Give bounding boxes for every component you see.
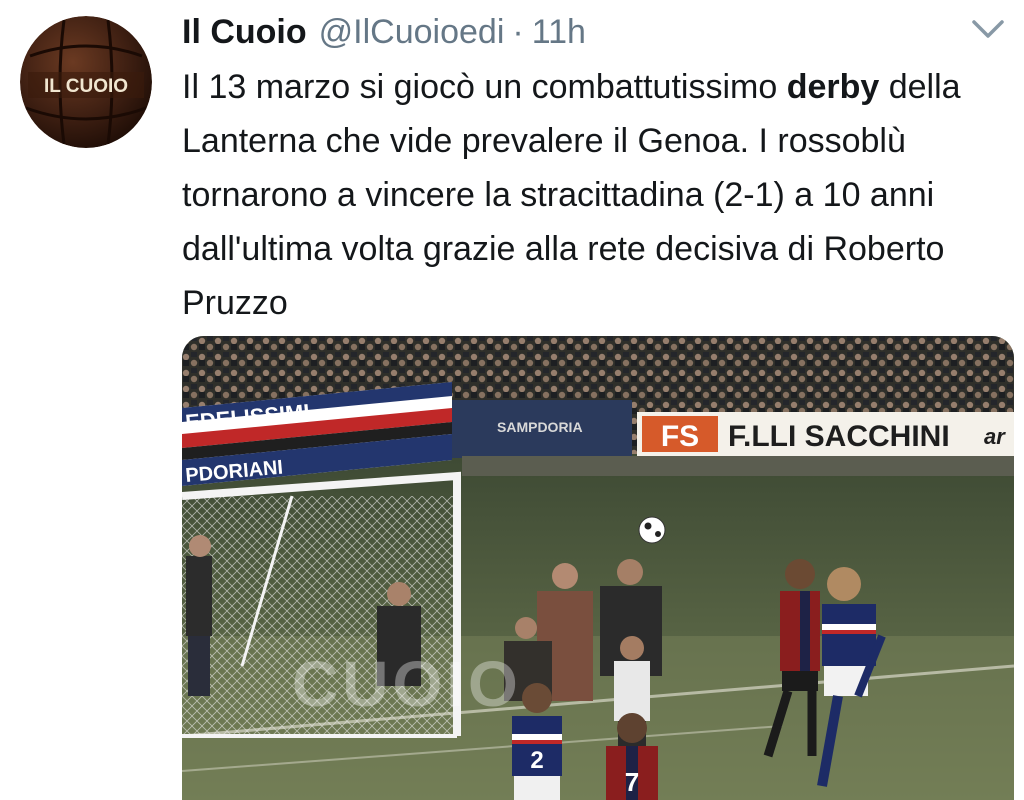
ad-logo-text: FS [661, 420, 699, 453]
tweet-timestamp[interactable]: 11h [532, 13, 586, 52]
tweet-text-segment-3: della Lanterna che vide prevalere il Gen… [182, 68, 961, 322]
football [638, 516, 666, 544]
tweet-header: Il Cuoio @IlCuoioedi · 11h [182, 8, 586, 56]
shirt-number-2: 2 [530, 747, 543, 774]
watermark-text: CUOIO [292, 648, 522, 720]
banner-middle-text: SAMPDORIA [497, 419, 583, 435]
goalkeeper [186, 535, 212, 696]
account-name[interactable]: Il Cuoio [182, 13, 307, 52]
account-handle[interactable]: @IlCuoioedi [319, 13, 505, 52]
separator-dot: · [512, 12, 524, 51]
avatar[interactable]: IL CUOIO [20, 16, 152, 148]
football-match-photo: EDELISSIMI PDORIANI SAMPDORIA FS F.LLI S… [182, 336, 1014, 800]
tweet-photo[interactable]: EDELISSIMI PDORIANI SAMPDORIA FS F.LLI S… [182, 336, 1014, 800]
fan-banner-middle: SAMPDORIA [452, 400, 632, 458]
ad-board-tail-text: ar [984, 424, 1006, 449]
tweet-text-segment-1: Il 13 marzo si giocò un combattutissimo [182, 68, 787, 106]
ad-board: FS F.LLI SACCHINI ar [637, 412, 1014, 456]
ad-board-text: F.LLI SACCHINI [728, 420, 950, 453]
leather-ball-logo: IL CUOIO [20, 16, 152, 148]
shirt-number-7: 7 [625, 767, 639, 797]
tweet-text-bold-derby: derby [786, 68, 880, 106]
tweet-text: Il 13 marzo si giocò un combattutissimo … [182, 60, 1002, 330]
chevron-down-icon[interactable] [970, 14, 1006, 44]
avatar-logo-text: IL CUOIO [44, 76, 128, 97]
